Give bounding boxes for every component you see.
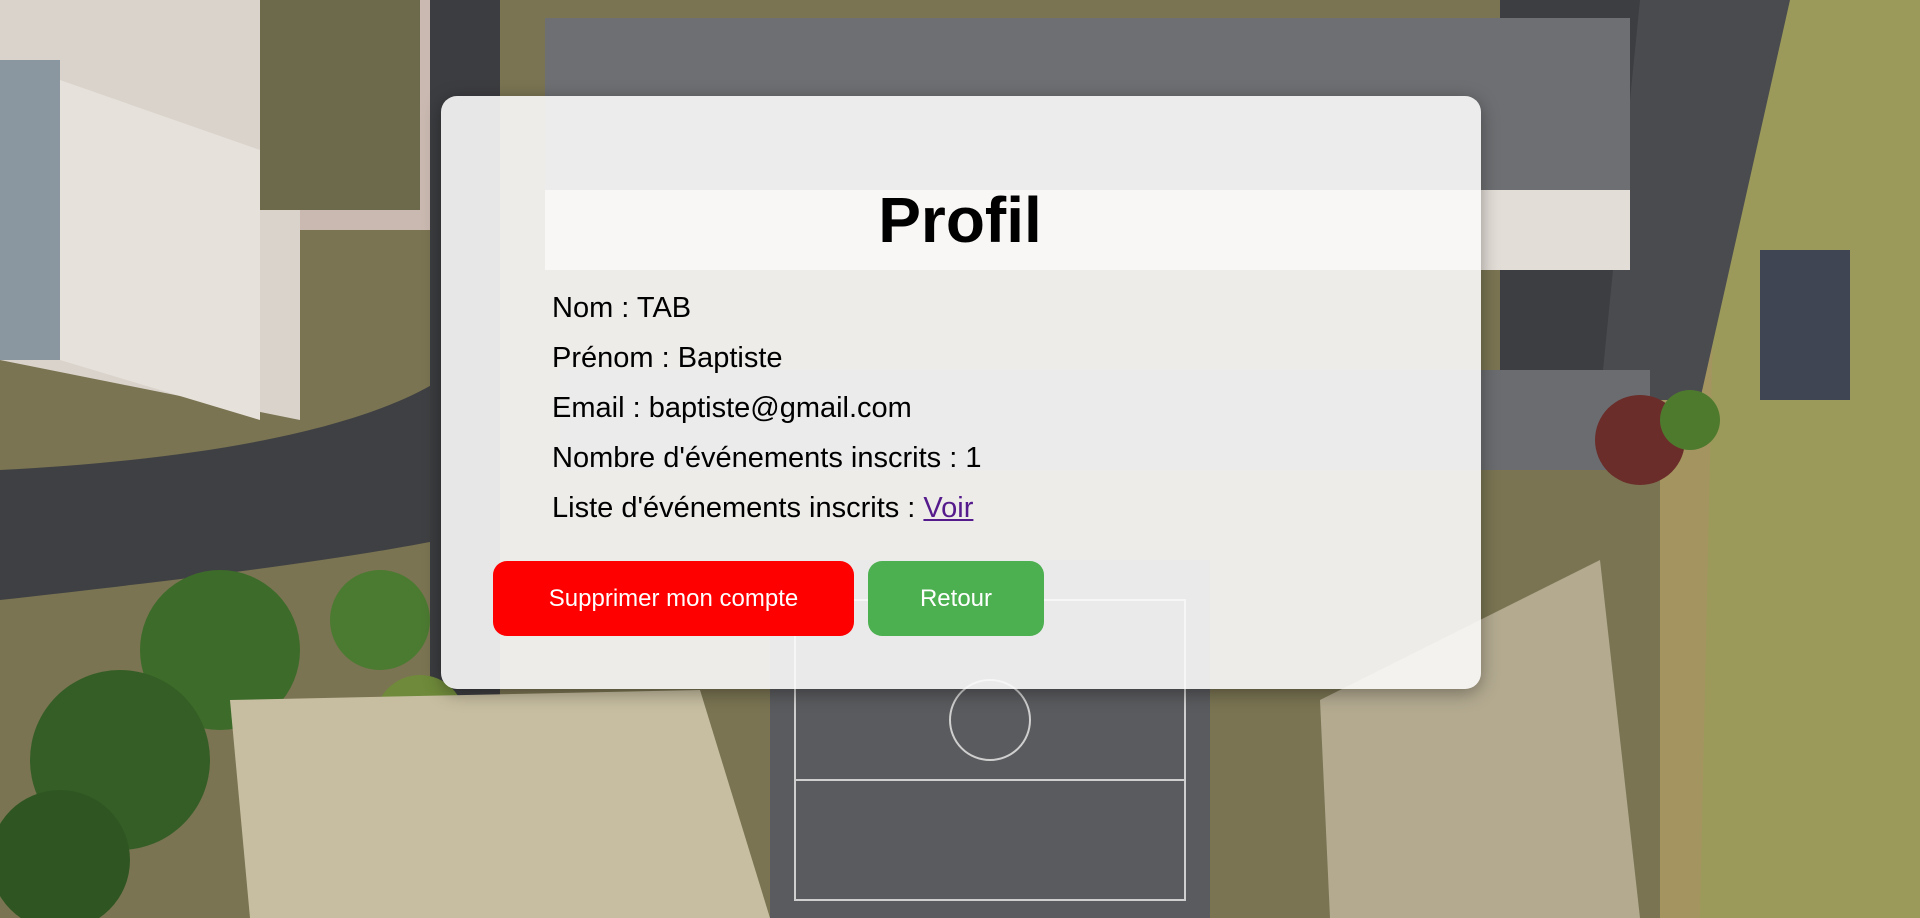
field-value: Baptiste bbox=[677, 342, 783, 374]
field-value: baptiste@gmail.com bbox=[648, 392, 912, 424]
profile-field-email: Email : baptiste@gmail.com bbox=[552, 383, 981, 433]
page-title: Profil bbox=[878, 184, 1042, 256]
field-value: TAB bbox=[636, 292, 692, 324]
field-label: Prénom : bbox=[552, 342, 678, 374]
profile-info-list: Nom : TAB Prénom : Baptiste Email : bapt… bbox=[552, 283, 981, 533]
view-events-link[interactable]: Voir bbox=[923, 492, 973, 524]
profile-field-event-list: Liste d'événements inscrits : Voir bbox=[552, 483, 981, 533]
back-button[interactable]: Retour bbox=[868, 561, 1044, 636]
delete-account-button[interactable]: Supprimer mon compte bbox=[493, 561, 854, 636]
field-label: Email : bbox=[552, 392, 649, 424]
field-label: Nombre d'événements inscrits : bbox=[552, 442, 966, 474]
profile-field-event-count: Nombre d'événements inscrits : 1 bbox=[552, 433, 981, 483]
field-value: 1 bbox=[965, 442, 982, 474]
profile-field-nom: Nom : TAB bbox=[552, 283, 981, 333]
field-label: Nom : bbox=[552, 292, 637, 324]
profile-field-prenom: Prénom : Baptiste bbox=[552, 333, 981, 383]
field-label: Liste d'événements inscrits : bbox=[552, 492, 924, 524]
